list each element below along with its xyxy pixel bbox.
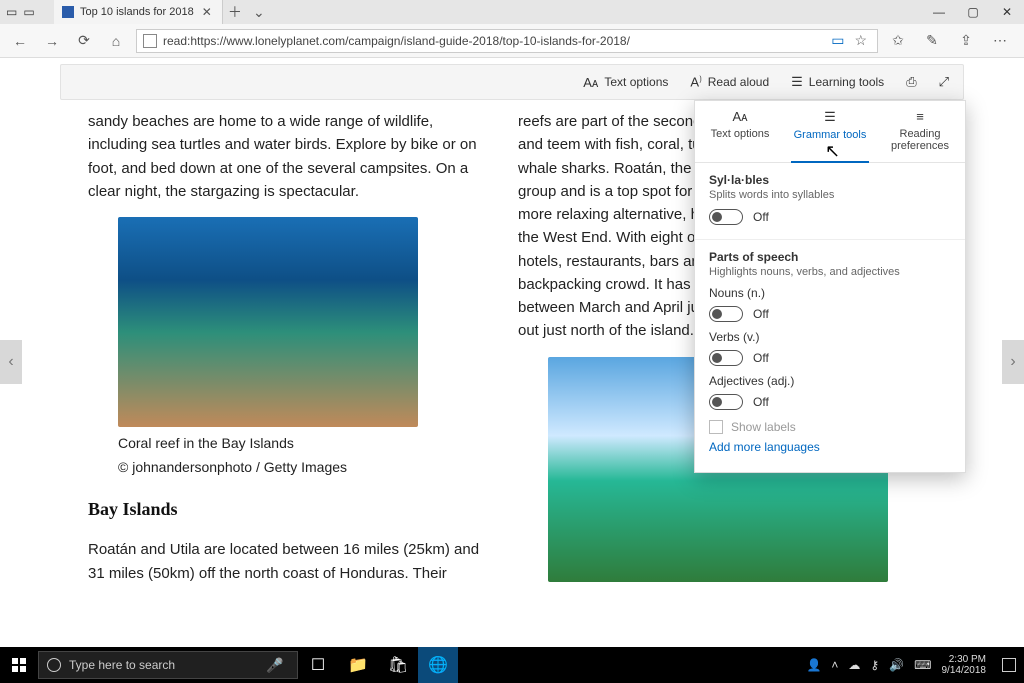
learning-tools-icon: ☰ [791,74,803,90]
read-aloud-label: Read aloud [708,75,769,89]
app-group-icon[interactable]: ▭ [6,5,17,19]
nav-refresh-button[interactable]: ⟳ [72,29,96,53]
syllables-title: Syl·la·bles [709,173,951,187]
verbs-label: Verbs (v.) [709,330,951,344]
lt-tab-text-options[interactable]: Aᴀ Text options [695,101,785,162]
lt-tab-grammar-tools[interactable]: ☰ Grammar tools [785,101,875,162]
people-icon[interactable]: 👤 [806,658,821,672]
address-bar[interactable]: read:https://www.lonelyplanet.com/campai… [136,29,878,53]
favicon-icon [62,6,74,18]
text-options-button[interactable]: Aᴀ Text options [583,75,668,90]
verbs-state: Off [753,351,769,365]
tray-up-icon[interactable]: ˄ [831,658,838,672]
favorite-star-icon[interactable]: ☆ [854,32,867,49]
new-tab-button[interactable]: ＋ [223,2,247,22]
windows-taskbar: Type here to search 🎤 ☐ 📁 🛍 🌐 👤 ˄ ☁ ⚷ 🔊 … [0,647,1024,683]
nav-back-button[interactable]: ← [8,29,32,53]
adjectives-toggle[interactable] [709,394,743,410]
action-center-icon[interactable] [1002,658,1016,672]
lt-tab-label: Grammar tools [794,129,867,141]
windows-logo-icon [12,658,26,672]
app-group-icon-2[interactable]: ▭ [23,5,34,19]
lt-tab-label: Text options [711,128,770,140]
titlebar-left-icons: ▭ ▭ [0,5,54,19]
learning-tools-panel: Aᴀ Text options ☰ Grammar tools ≡ Readin… [694,100,966,473]
browser-tab-active[interactable]: Top 10 islands for 2018 ✕ [54,0,223,24]
window-maximize-button[interactable]: ▢ [956,5,990,19]
search-placeholder: Type here to search [69,658,175,672]
file-explorer-taskbar-icon[interactable]: 📁 [338,647,378,683]
syllables-desc: Splits words into syllables [709,189,951,201]
add-languages-link[interactable]: Add more languages [709,440,951,454]
adjectives-label: Adjectives (adj.) [709,374,951,388]
share-icon[interactable]: ⇪ [954,29,978,53]
window-close-button[interactable]: ✕ [990,5,1024,19]
start-button[interactable] [0,647,38,683]
favorites-icon[interactable]: ✩ [886,29,910,53]
url-text: read:https://www.lonelyplanet.com/campai… [163,34,630,48]
nouns-label: Nouns (n.) [709,286,951,300]
task-view-button[interactable]: ☐ [298,647,338,683]
nav-home-button[interactable]: ⌂ [104,29,128,53]
window-titlebar: ▭ ▭ Top 10 islands for 2018 ✕ ＋ ⌄ — ▢ ✕ [0,0,1024,24]
cortana-icon [47,658,61,672]
tabs-overflow-button[interactable]: ⌄ [247,4,271,21]
clock-date: 9/14/2018 [942,665,987,676]
lt-tab-label: Reading preferences [891,128,949,152]
nouns-toggle[interactable] [709,306,743,322]
window-controls: — ▢ ✕ [922,5,1024,19]
text-options-icon: Aᴀ [583,75,598,90]
read-aloud-icon: A⟯ [690,74,701,89]
reading-preferences-icon: ≡ [877,109,963,124]
edge-taskbar-icon[interactable]: 🌐 [418,647,458,683]
clock-time: 2:30 PM [942,654,987,665]
lt-tab-reading-preferences[interactable]: ≡ Reading preferences [875,101,965,162]
parts-of-speech-title: Parts of speech [709,250,951,264]
verbs-toggle[interactable] [709,350,743,366]
grammar-tools-icon: ☰ [787,109,873,125]
taskbar-clock[interactable]: 2:30 PM 9/14/2018 [942,654,987,676]
article-paragraph: Roatán and Utila are located between 16 … [88,538,488,585]
reading-view-toolbar: Aᴀ Text options A⟯ Read aloud ☰ Learning… [60,64,964,100]
fullscreen-icon[interactable]: ⤢ [939,74,949,90]
image-credit: © johnandersonphoto / Getty Images [118,457,488,479]
browser-navbar: ← → ⟳ ⌂ read:https://www.lonelyplanet.co… [0,24,1024,58]
learning-tools-label: Learning tools [809,75,884,89]
article-content: sandy beaches are home to a wide range o… [0,100,1024,635]
mic-icon[interactable]: 🎤 [261,657,289,674]
reading-list-icon[interactable]: ▭ [831,32,844,49]
text-options-label: Text options [604,75,668,89]
parts-of-speech-desc: Highlights nouns, verbs, and adjectives [709,266,951,278]
syllables-state: Off [753,210,769,224]
web-notes-icon[interactable]: ✎ [920,29,944,53]
keyboard-icon[interactable]: ⌨ [914,658,931,672]
print-icon[interactable]: ⎙ [906,74,916,90]
onedrive-icon[interactable]: ☁ [848,658,860,672]
volume-icon[interactable]: 🔊 [889,658,904,672]
more-menu-icon[interactable]: ⋯ [988,29,1012,53]
taskbar-search-box[interactable]: Type here to search 🎤 [38,651,298,679]
image-caption: Coral reef in the Bay Islands [118,433,488,455]
show-labels-checkbox[interactable] [709,420,723,434]
system-tray: 👤 ˄ ☁ ⚷ 🔊 ⌨ 2:30 PM 9/14/2018 [806,654,1024,676]
adjectives-state: Off [753,395,769,409]
text-options-icon: Aᴀ [697,109,783,124]
syllables-toggle[interactable] [709,209,743,225]
section-heading: Bay Islands [88,496,488,524]
nav-forward-button[interactable]: → [40,29,64,53]
read-aloud-button[interactable]: A⟯ Read aloud [690,74,769,89]
reading-view-icon [143,34,157,48]
tab-close-button[interactable]: ✕ [200,5,214,19]
nouns-state: Off [753,307,769,321]
tab-title: Top 10 islands for 2018 [80,6,194,18]
network-icon[interactable]: ⚷ [870,658,879,672]
show-labels-text: Show labels [731,420,796,434]
learning-tools-button[interactable]: ☰ Learning tools [791,74,884,90]
article-image-coral-reef [118,217,418,427]
article-paragraph: sandy beaches are home to a wide range o… [88,110,488,203]
store-taskbar-icon[interactable]: 🛍 [378,647,418,683]
window-minimize-button[interactable]: — [922,5,956,19]
